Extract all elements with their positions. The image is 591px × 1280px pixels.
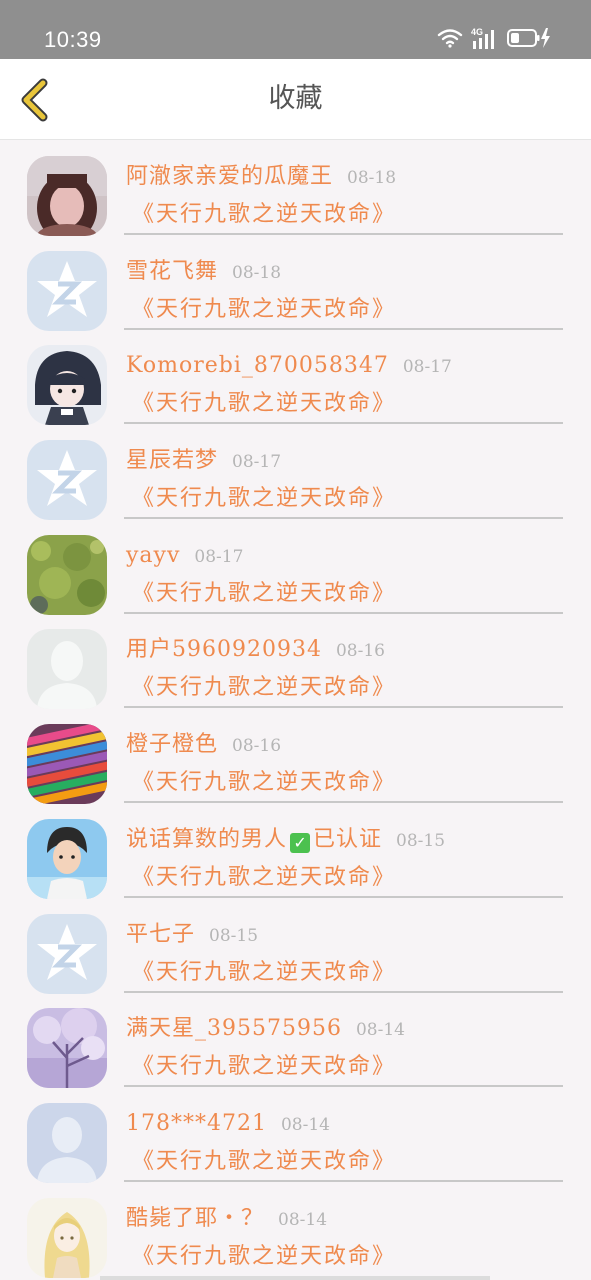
favorites-list: 阿澈家亲爱的瓜魔王 08-18 《天行九歌之逆天改命》 雪花飞舞 08-18 《天行… bbox=[0, 140, 591, 1278]
book-title[interactable]: 《天行九歌之逆天改命》 bbox=[132, 200, 396, 230]
user-name[interactable]: yayv bbox=[126, 543, 180, 568]
list-item[interactable]: 雪花飞舞 08-18 《天行九歌之逆天改命》 bbox=[0, 235, 591, 331]
verified-check-icon: ✓ bbox=[290, 832, 311, 853]
user-name[interactable]: 用户5960920934 bbox=[126, 637, 322, 662]
book-title[interactable]: 《天行九歌之逆天改命》 bbox=[132, 1147, 396, 1177]
date: 08-14 bbox=[278, 1209, 328, 1230]
avatar[interactable] bbox=[27, 250, 107, 331]
date: 08-15 bbox=[209, 925, 259, 946]
date: 08-17 bbox=[232, 452, 282, 473]
status-icons: 4G bbox=[437, 27, 551, 53]
list-item[interactable]: 阿澈家亲爱的瓜魔王 08-18 《天行九歌之逆天改命》 bbox=[0, 140, 591, 236]
user-name[interactable]: 平七子 bbox=[126, 922, 195, 947]
user-name[interactable]: 说话算数的男人 bbox=[126, 827, 287, 852]
user-name[interactable]: 阿澈家亲爱的瓜魔王 bbox=[126, 164, 333, 189]
header: 收藏 bbox=[0, 59, 591, 140]
date: 08-14 bbox=[355, 1020, 405, 1041]
avatar[interactable] bbox=[27, 345, 107, 426]
list-item[interactable]: 178***4721 08-14 《天行九歌之逆天改命》 bbox=[0, 1087, 591, 1183]
list-item[interactable]: Komorebi_870058347 08-17 《天行九歌之逆天改命》 bbox=[0, 329, 591, 426]
page-title: 收藏 bbox=[268, 83, 323, 114]
book-title[interactable]: 《天行九歌之逆天改命》 bbox=[132, 484, 396, 514]
book-title[interactable]: 《天行九歌之逆天改命》 bbox=[132, 673, 396, 703]
user-name[interactable]: 雪花飞舞 bbox=[126, 259, 218, 284]
book-title[interactable]: 《天行九歌之逆天改命》 bbox=[132, 579, 396, 609]
book-title[interactable]: 《天行九歌之逆天改命》 bbox=[132, 1242, 396, 1272]
user-name[interactable]: 星辰若梦 bbox=[126, 448, 218, 473]
date: 08-16 bbox=[232, 736, 282, 757]
status-bar: 10:39 4G bbox=[0, 0, 591, 59]
verified-label: 已认证 bbox=[313, 826, 383, 852]
list-item[interactable]: 星辰若梦 08-17 《天行九歌之逆天改命》 bbox=[0, 424, 591, 521]
book-title[interactable]: 《天行九歌之逆天改命》 bbox=[132, 295, 396, 325]
wifi-icon bbox=[437, 28, 463, 52]
book-title[interactable]: 《天行九歌之逆天改命》 bbox=[132, 768, 396, 798]
user-name[interactable]: Komorebi_870058347 bbox=[126, 353, 389, 378]
date: 08-18 bbox=[232, 262, 282, 283]
avatar[interactable] bbox=[27, 156, 107, 236]
date: 08-17 bbox=[402, 357, 452, 378]
book-title[interactable]: 《天行九歌之逆天改命》 bbox=[132, 1052, 396, 1082]
avatar[interactable] bbox=[27, 629, 107, 710]
list-item[interactable]: 酷毙了耶・？ 08-14 《天行九歌之逆天改命》 bbox=[0, 1182, 591, 1278]
date: 08-16 bbox=[335, 641, 385, 662]
status-time: 10:39 bbox=[44, 27, 102, 52]
book-title[interactable]: 《天行九歌之逆天改命》 bbox=[132, 389, 396, 419]
list-item[interactable]: 用户5960920934 08-16 《天行九歌之逆天改命》 bbox=[0, 613, 591, 710]
avatar[interactable] bbox=[27, 1008, 107, 1089]
date: 08-15 bbox=[396, 830, 446, 851]
battery-icon bbox=[507, 27, 551, 53]
book-title[interactable]: 《天行九歌之逆天改命》 bbox=[132, 863, 396, 893]
user-name[interactable]: 酷毙了耶・？ bbox=[126, 1206, 264, 1231]
user-name[interactable]: 橙子橙色 bbox=[126, 732, 218, 757]
user-name[interactable]: 满天星_395575956 bbox=[126, 1016, 342, 1041]
scroll-indicator bbox=[100, 1276, 490, 1280]
list-item[interactable]: 说话算数的男人 ✓ 已认证 08-15 《天行九歌之逆天改命》 bbox=[0, 803, 591, 899]
signal-icon: 4G bbox=[471, 27, 499, 51]
avatar[interactable] bbox=[27, 534, 107, 615]
list-item[interactable]: 橙子橙色 08-16 《天行九歌之逆天改命》 bbox=[0, 708, 591, 805]
avatar[interactable] bbox=[27, 818, 107, 899]
date: 08-17 bbox=[194, 546, 244, 567]
date: 08-14 bbox=[280, 1114, 330, 1135]
avatar[interactable] bbox=[27, 724, 107, 805]
book-title[interactable]: 《天行九歌之逆天改命》 bbox=[132, 958, 396, 988]
avatar[interactable] bbox=[27, 1102, 107, 1183]
list-item[interactable]: yayv 08-17 《天行九歌之逆天改命》 bbox=[0, 519, 591, 615]
list-item[interactable]: 平七子 08-15 《天行九歌之逆天改命》 bbox=[0, 898, 591, 994]
list-item[interactable]: 满天星_395575956 08-14 《天行九歌之逆天改命》 bbox=[0, 992, 591, 1089]
user-name[interactable]: 178***4721 bbox=[126, 1111, 267, 1136]
date: 08-18 bbox=[347, 168, 397, 188]
avatar[interactable] bbox=[27, 913, 107, 994]
avatar[interactable] bbox=[27, 1197, 107, 1278]
avatar[interactable] bbox=[27, 440, 107, 521]
